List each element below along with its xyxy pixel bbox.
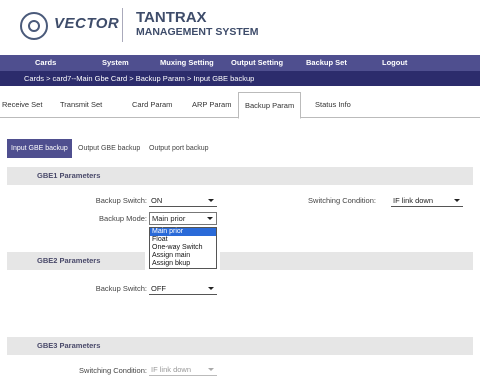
option-one-way-switch[interactable]: One-way Switch [150, 244, 216, 252]
gbe2-backup-switch-value: OFF [151, 284, 166, 293]
menu-cards[interactable]: Cards [35, 55, 56, 71]
gbe3-switching-condition-value: IF link down [151, 365, 192, 374]
logo-text: VECTOR [54, 15, 120, 32]
option-main-prior[interactable]: Main prior [150, 228, 216, 236]
gbe1-backup-switch-label: Backup Switch: [95, 196, 147, 205]
tab-transmit-set[interactable]: Transmit Set [60, 94, 102, 116]
menu-backup-set[interactable]: Backup Set [306, 55, 347, 71]
chevron-down-icon [208, 287, 214, 290]
gbe1-backup-switch-select[interactable]: ON [149, 195, 217, 207]
tab-card-param[interactable]: Card Param [132, 94, 172, 116]
gbe2-backup-switch-select[interactable]: OFF [149, 283, 217, 295]
breadcrumb: Cards > card7--Main Gbe Card > Backup Pa… [0, 71, 480, 86]
menu-output-setting[interactable]: Output Setting [231, 55, 283, 71]
app-header: VECTOR TANTRAX MANAGEMENT SYSTEM [0, 0, 480, 48]
chevron-down-icon [208, 368, 214, 371]
menu-system[interactable]: System [102, 55, 129, 71]
gbe2-backup-switch-label: Backup Switch: [95, 284, 147, 293]
logo-divider [122, 8, 123, 42]
gbe1-switching-condition-select[interactable]: IF link down [391, 195, 463, 207]
subtab-output-gbe-backup[interactable]: Output GBE backup [78, 139, 140, 158]
chevron-down-icon [208, 199, 214, 202]
chevron-down-icon [454, 199, 460, 202]
option-float[interactable]: Float [150, 236, 216, 244]
brand-title: TANTRAX [136, 9, 207, 26]
gbe1-backup-mode-label: Backup Mode: [99, 214, 147, 223]
gbe3-switching-condition-select[interactable]: IF link down [149, 364, 217, 376]
gbe2-section-bar [220, 252, 473, 270]
gbe1-switching-condition-label: Switching Condition: [308, 196, 376, 205]
vector-logo-icon [20, 12, 48, 40]
tab-status-info[interactable]: Status Info [315, 94, 351, 116]
menu-muxing-setting[interactable]: Muxing Setting [160, 55, 214, 71]
option-assign-main[interactable]: Assign main [150, 252, 216, 260]
gbe3-section-title: GBE3 Parameters [7, 337, 473, 355]
main-menu: Cards System Muxing Setting Output Setti… [0, 55, 480, 71]
gbe1-switching-condition-value: IF link down [393, 196, 434, 205]
backup-mode-dropdown: Main prior Float One-way Switch Assign m… [149, 227, 217, 269]
subtab-output-port-backup[interactable]: Output port backup [149, 139, 209, 158]
gbe1-backup-mode-value: Main prior [152, 214, 186, 223]
gbe1-backup-mode-select[interactable]: Main prior [149, 212, 217, 225]
gbe1-backup-switch-value: ON [151, 196, 163, 205]
gbe1-section-title: GBE1 Parameters [7, 167, 473, 185]
gbe2-section-title: GBE2 Parameters [7, 252, 145, 270]
option-assign-bkup[interactable]: Assign bkup [150, 260, 216, 268]
brand-subtitle: MANAGEMENT SYSTEM [136, 26, 259, 38]
subtab-input-gbe-backup[interactable]: Input GBE backup [7, 139, 72, 158]
backup-subtabs: Input GBE backup Output GBE backup Outpu… [0, 139, 480, 158]
tab-arp-param[interactable]: ARP Param [192, 94, 231, 116]
tab-backup-param[interactable]: Backup Param [238, 92, 302, 119]
tab-receive-set[interactable]: Receive Set [2, 94, 42, 116]
param-tabs: Receive Set Transmit Set Card Param ARP … [0, 90, 480, 119]
menu-logout[interactable]: Logout [382, 55, 407, 71]
chevron-down-icon [207, 217, 213, 220]
